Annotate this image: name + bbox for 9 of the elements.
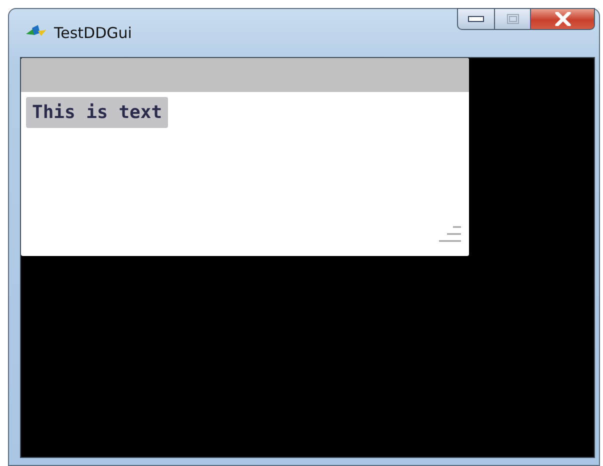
close-icon [554, 12, 570, 26]
minimize-icon [468, 16, 484, 22]
close-button[interactable] [531, 8, 595, 30]
text-label: This is text [26, 97, 168, 128]
resize-grip-icon[interactable] [437, 226, 461, 242]
minimize-button[interactable] [457, 8, 495, 30]
window-title: TestDDGui [54, 23, 132, 44]
maximize-icon [506, 14, 518, 24]
maximize-button[interactable] [495, 8, 531, 30]
